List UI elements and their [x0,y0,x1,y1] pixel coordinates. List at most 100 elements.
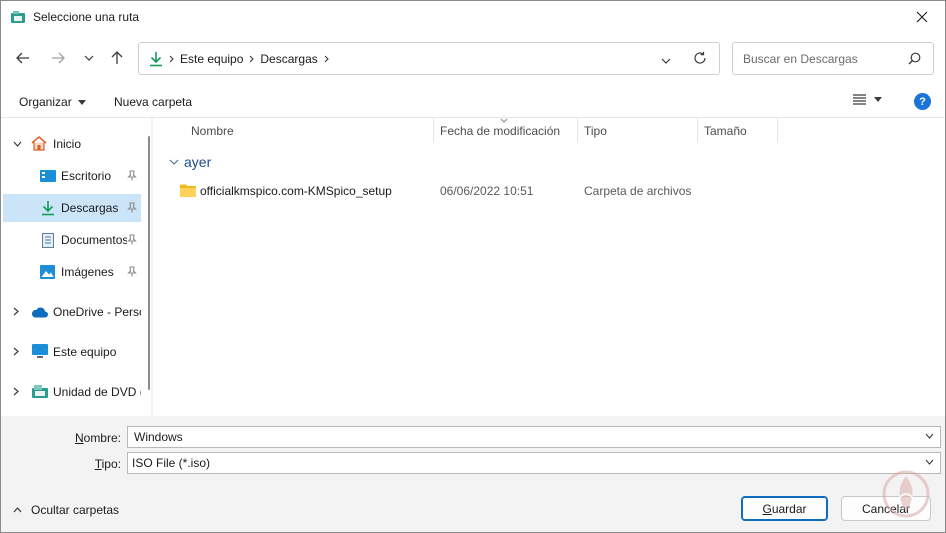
watermark-logo [882,470,930,518]
folder-icon [180,184,196,197]
column-separator[interactable] [777,118,778,143]
close-button[interactable] [899,1,945,32]
navigation-pane: Inicio Escritorio Descargas Documentos I… [1,118,151,416]
breadcrumb-este-equipo[interactable]: Este equipo [180,52,243,66]
arrow-up-icon [111,51,123,64]
computer-icon [32,344,48,358]
arrow-right-icon [52,52,65,64]
back-button[interactable] [11,46,35,70]
download-icon [150,51,162,66]
home-icon [31,136,47,151]
nav-pane-scrollbar[interactable] [148,136,150,390]
file-list: Nombre Fecha de modificación Tipo Tamaño… [153,118,945,416]
navigation-bar: Este equipo Descargas [1,32,945,84]
up-button[interactable] [105,46,129,70]
nav-item-escritorio[interactable]: Escritorio [3,162,141,190]
column-header-name[interactable]: Nombre [191,118,234,143]
window-title: Seleccione una ruta [33,9,140,24]
file-type-select[interactable]: ISO File (*.iso) [127,452,941,474]
organize-menu-button[interactable]: Organizar [19,95,86,109]
dvd-drive-icon [32,385,48,398]
file-name-input[interactable] [132,429,902,445]
file-name-combobox [127,426,941,448]
nav-item-onedrive[interactable]: OneDrive - Personal [3,298,141,326]
list-view-icon [853,94,866,105]
chevron-right-icon[interactable] [13,307,19,316]
nav-item-dvd-drive[interactable]: Unidad de DVD ( [3,378,141,406]
column-separator[interactable] [577,118,578,143]
nav-item-label: Este equipo [53,345,117,359]
organize-label: Organizar [19,95,72,109]
caret-down-icon [874,97,882,102]
nav-item-label: Inicio [53,137,82,151]
refresh-icon [694,51,706,64]
nav-item-label: Descargas [61,201,119,215]
app-icon [11,10,25,23]
chevron-down-icon [661,58,671,64]
download-icon [42,201,54,216]
chevron-right-icon [169,55,174,63]
chevron-right-icon[interactable] [324,55,329,63]
cloud-icon [31,307,48,318]
nav-item-este-equipo[interactable]: Este equipo [3,338,141,366]
column-header-type[interactable]: Tipo [584,118,607,143]
help-icon: ? [919,95,926,108]
hide-folders-label: Ocultar carpetas [31,503,120,517]
address-bar[interactable]: Este equipo Descargas [138,42,720,75]
address-history-button[interactable] [661,53,671,67]
desktop-icon [40,170,56,182]
search-input[interactable] [741,50,901,67]
hide-folders-button[interactable]: Ocultar carpetas [13,503,119,517]
nav-item-label: Unidad de DVD ( [53,385,141,399]
save-label: Guardar [762,501,807,516]
recent-locations-button[interactable] [77,46,101,70]
nav-item-inicio[interactable]: Inicio [3,130,141,158]
chevron-down-icon[interactable] [13,141,22,147]
forward-button[interactable] [46,46,70,70]
nav-item-label: OneDrive - Personal [53,305,141,319]
close-icon [916,11,928,22]
table-row[interactable]: officialkmspico.com-KMSpico_setup 06/06/… [169,180,769,202]
column-header-modified[interactable]: Fecha de modificación [440,118,560,143]
pin-icon[interactable] [127,202,137,213]
title-bar: Seleccione una ruta [1,1,945,32]
pin-icon[interactable] [127,170,137,181]
group-label: ayer [184,154,212,170]
chevron-down-icon[interactable] [925,433,934,439]
chevron-right-icon[interactable] [13,387,19,396]
group-header-ayer[interactable]: ayer [169,154,211,170]
file-type: Carpeta de archivos [584,184,692,198]
pin-icon[interactable] [127,266,137,277]
pin-icon[interactable] [127,234,137,245]
refresh-button[interactable] [693,51,707,68]
column-separator[interactable] [433,118,434,143]
search-icon[interactable] [908,52,921,65]
command-bar: Organizar Nueva carpeta ? [1,84,945,118]
pictures-icon [40,265,55,279]
save-dialog: Seleccione una ruta Este equipo Descarga… [0,0,946,533]
nav-item-documentos[interactable]: Documentos [3,226,141,254]
chevron-down-icon [84,55,94,61]
nav-item-descargas[interactable]: Descargas [3,194,141,222]
nav-item-label: Documentos [61,233,127,247]
dialog-footer: Nombre: Tipo: ISO File (*.iso) Ocultar c… [1,416,945,532]
column-separator[interactable] [697,118,698,143]
file-name-label: Nombre: [74,431,121,445]
caret-down-icon [77,99,86,105]
chevron-down-icon [925,459,934,465]
view-options-button[interactable] [853,94,882,105]
help-button[interactable]: ? [914,93,931,110]
new-folder-button[interactable]: Nueva carpeta [114,95,192,109]
search-box [732,42,934,75]
new-folder-label: Nueva carpeta [114,95,193,109]
breadcrumb-descargas[interactable]: Descargas [260,52,317,66]
column-header-size[interactable]: Tamaño [704,118,747,143]
save-button[interactable]: Guardar [741,496,828,521]
arrow-left-icon [16,52,29,64]
chevron-up-icon [13,507,22,513]
chevron-right-icon[interactable] [13,347,19,356]
nav-item-imagenes[interactable]: Imágenes [3,258,141,286]
file-type-label: Tipo: [94,457,121,471]
nav-item-label: Escritorio [61,169,112,183]
chevron-right-icon [249,55,255,63]
